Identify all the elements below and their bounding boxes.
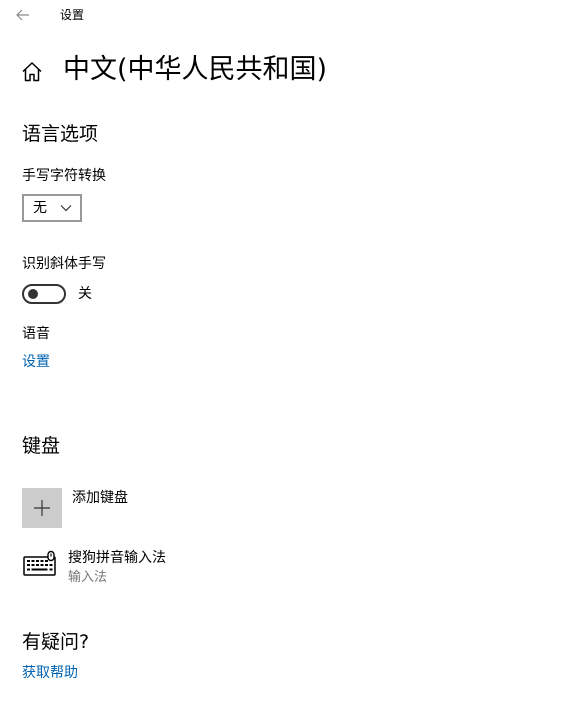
handwriting-conversion-label: 手写字符转换 bbox=[22, 168, 106, 184]
help-heading: 有疑问? bbox=[22, 631, 90, 653]
add-keyboard-label[interactable]: 添加键盘 bbox=[72, 488, 128, 508]
window-title: 设置 bbox=[60, 8, 85, 22]
cursive-recognition-toggle[interactable] bbox=[22, 284, 66, 304]
keyboard-item-type: 输入法 bbox=[68, 570, 108, 585]
home-button[interactable] bbox=[20, 60, 44, 84]
chevron-down-icon bbox=[60, 205, 72, 212]
back-arrow-icon bbox=[16, 9, 29, 21]
home-icon bbox=[22, 62, 42, 82]
speech-settings-link[interactable]: 设置 bbox=[22, 352, 50, 372]
plus-icon bbox=[34, 500, 50, 516]
page-title: 中文(中华人民共和国) bbox=[63, 54, 328, 85]
keyboard-item[interactable] bbox=[22, 550, 58, 580]
add-keyboard-button[interactable] bbox=[22, 488, 62, 528]
handwriting-conversion-dropdown[interactable]: 无 bbox=[22, 194, 82, 222]
get-help-link[interactable]: 获取帮助 bbox=[22, 663, 78, 683]
dropdown-selected-value: 无 bbox=[33, 200, 47, 216]
toggle-knob bbox=[28, 289, 38, 299]
language-options-heading: 语言选项 bbox=[22, 123, 99, 145]
speech-label: 语音 bbox=[22, 326, 50, 342]
keyboard-item-name[interactable]: 搜狗拼音输入法 bbox=[68, 548, 166, 568]
keyboard-heading: 键盘 bbox=[22, 435, 61, 457]
toggle-state-label: 关 bbox=[78, 286, 92, 302]
back-button[interactable] bbox=[10, 4, 36, 26]
cursive-recognition-label: 识别斜体手写 bbox=[22, 256, 106, 272]
keyboard-icon bbox=[23, 550, 56, 576]
